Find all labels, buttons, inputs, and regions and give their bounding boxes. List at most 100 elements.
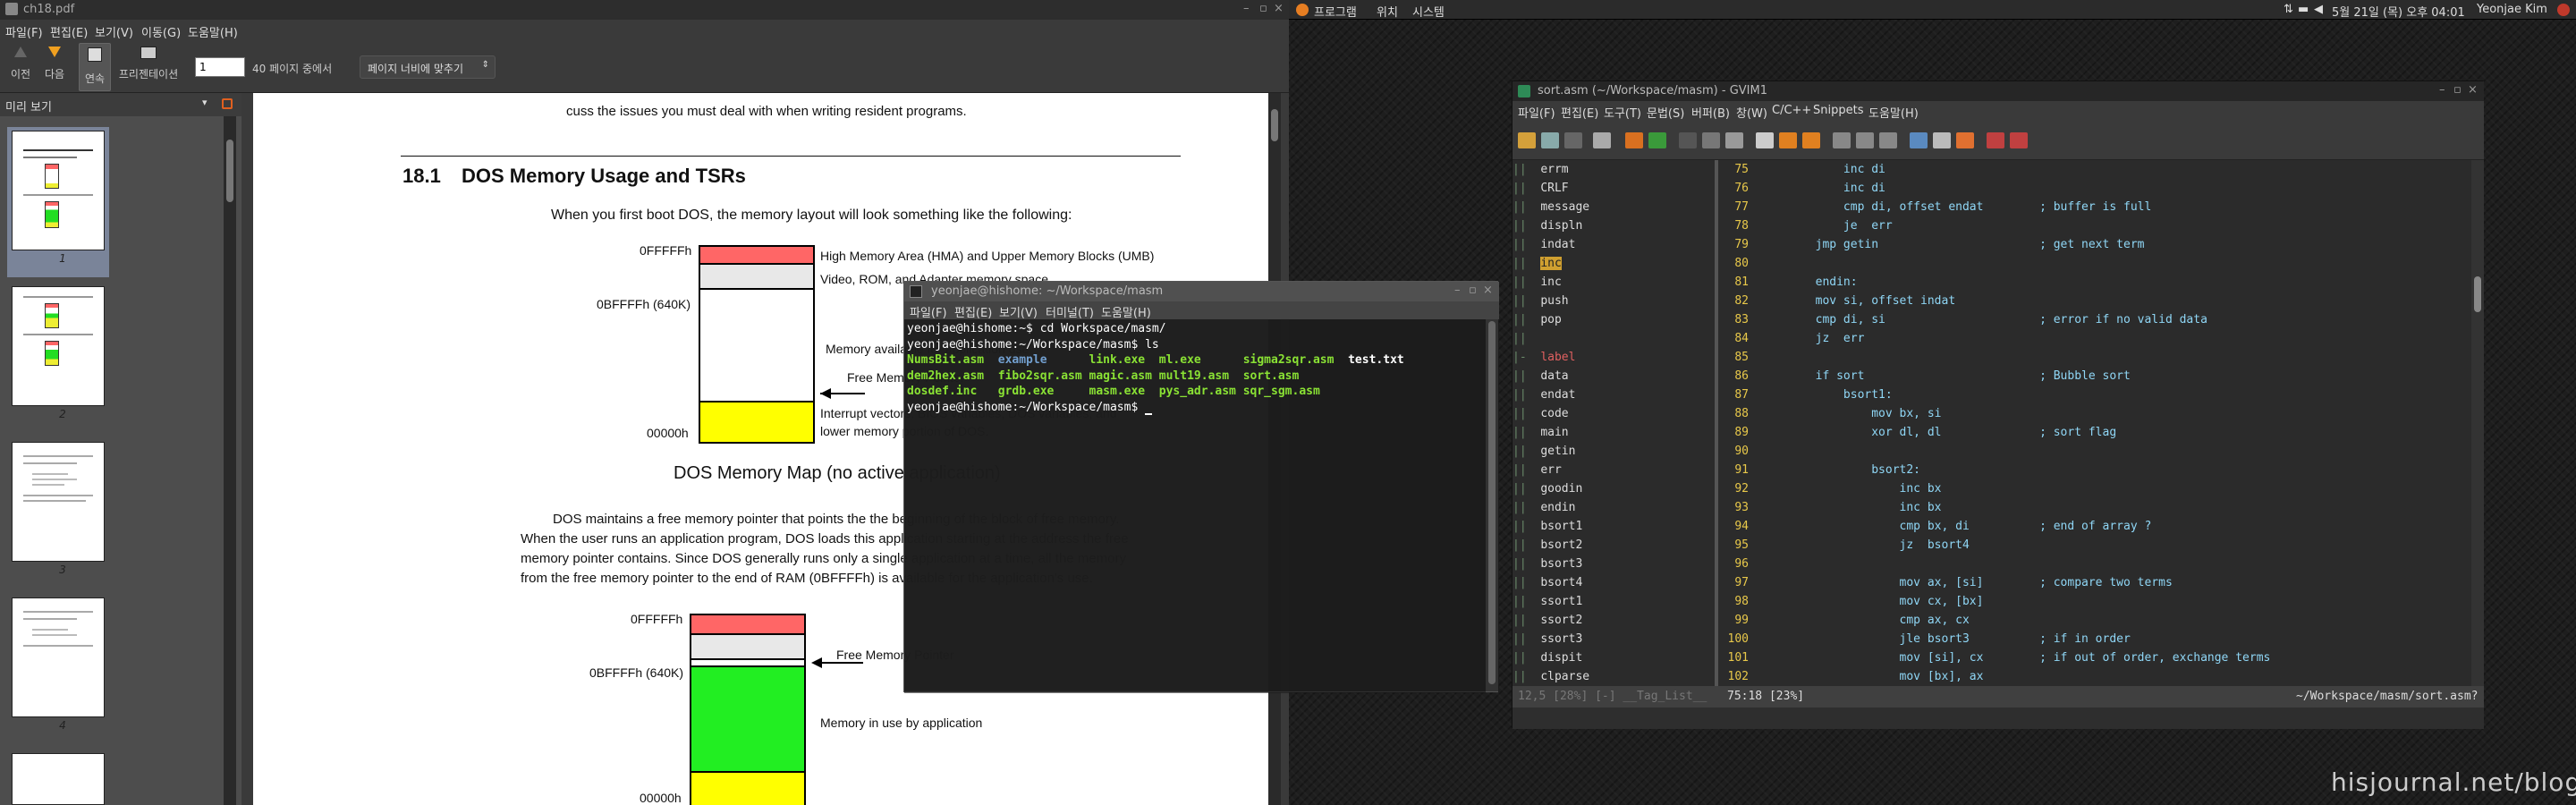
- code-line[interactable]: xor dl, dl ; sort flag: [1759, 423, 2116, 442]
- thumbnail-page-2[interactable]: [12, 286, 105, 406]
- find-next-icon[interactable]: [1779, 132, 1797, 148]
- undo-icon[interactable]: [1625, 132, 1643, 148]
- taglist-item[interactable]: || ssort1: [1513, 592, 1582, 611]
- open-folder-icon[interactable]: [1518, 132, 1536, 148]
- terminal-output[interactable]: yeonjae@hishome:~$ cd Workspace/masm/yeo…: [904, 319, 1486, 693]
- next-page-button[interactable]: 다음: [39, 47, 70, 81]
- power-icon[interactable]: [2557, 4, 2570, 16]
- paste-icon[interactable]: [1725, 132, 1743, 148]
- taglist-item[interactable]: || message: [1513, 198, 1589, 216]
- terminal-scrollbar[interactable]: [1486, 319, 1498, 691]
- network-icon[interactable]: ⇅: [2284, 3, 2293, 16]
- taglist-item[interactable]: || bsort4: [1513, 573, 1582, 592]
- sidebar-scroll-thumb[interactable]: [226, 140, 233, 202]
- code-line[interactable]: inc bx: [1759, 498, 1942, 517]
- make-icon[interactable]: [1910, 132, 1928, 148]
- menu-file[interactable]: 파일(F): [5, 23, 43, 40]
- taglist-item[interactable]: || err: [1513, 461, 1562, 479]
- code-line[interactable]: mov si, offset indat: [1759, 292, 1956, 310]
- thumbnail-page-3[interactable]: [12, 442, 105, 562]
- taglist-item[interactable]: || endat: [1513, 386, 1575, 404]
- print-icon[interactable]: [1593, 132, 1611, 148]
- continuous-toggle-button[interactable]: 연속: [79, 43, 111, 91]
- minimize-icon[interactable]: –: [2439, 83, 2445, 97]
- taglist-item[interactable]: || endin: [1513, 498, 1575, 517]
- tag-jump-icon[interactable]: [1987, 132, 2004, 148]
- terminal-scroll-thumb[interactable]: [1488, 321, 1496, 684]
- run-script-icon[interactable]: [1879, 132, 1897, 148]
- code-line[interactable]: inc bx: [1759, 479, 1942, 498]
- code-line[interactable]: mov cx, [bx]: [1759, 592, 1984, 611]
- prev-page-button[interactable]: 이전: [5, 47, 36, 81]
- taglist-item[interactable]: || indat: [1513, 235, 1575, 254]
- gvim-menu-file[interactable]: 파일(F): [1518, 104, 1555, 121]
- code-pane[interactable]: 75 inc di 76 inc di 77 cmp di, offset enda…: [1718, 160, 2470, 686]
- presentation-button[interactable]: 프리젠테이션: [116, 47, 181, 81]
- code-line[interactable]: bsort1:: [1759, 386, 1893, 404]
- taglist-item[interactable]: || ssort2: [1513, 611, 1582, 630]
- gvim-scrollbar[interactable]: [2471, 160, 2484, 686]
- gvim-menu-buffers[interactable]: 버퍼(B): [1691, 104, 1730, 121]
- minimize-icon[interactable]: –: [1454, 284, 1461, 297]
- gvim-scroll-thumb[interactable]: [2474, 276, 2481, 312]
- taglist-item[interactable]: || ssort3: [1513, 630, 1582, 648]
- gvim-menu-edit[interactable]: 편집(E): [1561, 104, 1598, 121]
- taglist-item[interactable]: || dispit: [1513, 648, 1582, 667]
- thumbnail-page-4[interactable]: [12, 597, 105, 717]
- gvim-editor-area[interactable]: || errm || CRLF || message || displn || inda…: [1513, 160, 2484, 708]
- taglist-pane[interactable]: || errm || CRLF || message || displn || inda…: [1513, 160, 1715, 686]
- gvim-menu-snippets[interactable]: Snippets: [1813, 104, 1863, 117]
- save-icon[interactable]: [1541, 132, 1559, 148]
- term-menu-edit[interactable]: 편집(E): [954, 303, 992, 320]
- save-session-icon[interactable]: [1856, 132, 1874, 148]
- redo-icon[interactable]: [1648, 132, 1666, 148]
- pdf-window-titlebar[interactable]: ch18.pdf – ▫ ×: [0, 0, 1289, 20]
- code-line[interactable]: jz err: [1759, 329, 1865, 348]
- panel-applications-menu[interactable]: 프로그램: [1314, 3, 1357, 20]
- term-menu-file[interactable]: 파일(F): [910, 303, 947, 320]
- taglist-item[interactable]: || inc: [1513, 254, 1562, 273]
- taglist-item[interactable]: || clparse: [1513, 667, 1589, 686]
- code-line[interactable]: inc di: [1759, 179, 1885, 198]
- term-menu-terminal[interactable]: 터미널(T): [1046, 303, 1094, 320]
- code-line[interactable]: inc di: [1759, 160, 1885, 179]
- gvim-menu-tools[interactable]: 도구(T): [1604, 104, 1641, 121]
- ctags-icon[interactable]: [1956, 132, 1974, 148]
- minimize-icon[interactable]: –: [1243, 2, 1250, 15]
- help-search-icon[interactable]: [2010, 132, 2028, 148]
- taglist-item[interactable]: || data: [1513, 367, 1569, 386]
- sidebar-scrollbar[interactable]: [224, 116, 236, 805]
- code-line[interactable]: jz bsort4: [1759, 536, 1970, 555]
- page-scroll-thumb[interactable]: [1271, 109, 1278, 141]
- code-line[interactable]: je err: [1759, 216, 1893, 235]
- term-menu-view[interactable]: 보기(V): [999, 303, 1038, 320]
- taglist-item[interactable]: || getin: [1513, 442, 1575, 461]
- close-icon[interactable]: ×: [2468, 83, 2478, 97]
- page-number-input[interactable]: 1: [195, 57, 245, 77]
- taglist-item[interactable]: || bsort1: [1513, 517, 1582, 536]
- zoom-select[interactable]: 페이지 너비에 맞추기 ⇕: [360, 55, 496, 79]
- thumbnail-page-1[interactable]: [12, 131, 105, 250]
- gvim-menu-cpp[interactable]: C/C++: [1772, 104, 1811, 117]
- close-sidebar-icon[interactable]: [222, 98, 233, 109]
- code-line[interactable]: endin:: [1759, 273, 1858, 292]
- find-prev-icon[interactable]: [1802, 132, 1820, 148]
- cut-icon[interactable]: [1679, 132, 1697, 148]
- code-line[interactable]: jmp getin ; get next term: [1759, 235, 2145, 254]
- panel-clock[interactable]: 5월 21일 (목) 오후 04:01: [2332, 3, 2465, 20]
- gvim-cmdline[interactable]: [1513, 708, 2484, 729]
- taglist-item[interactable]: || goodin: [1513, 479, 1582, 498]
- taglist-item[interactable]: || push: [1513, 292, 1569, 310]
- find-replace-icon[interactable]: [1756, 132, 1774, 148]
- chevron-down-icon[interactable]: ▾: [202, 97, 208, 108]
- save-all-icon[interactable]: [1564, 132, 1582, 148]
- code-line[interactable]: if sort ; Bubble sort: [1759, 367, 2131, 386]
- code-line[interactable]: cmp di, si ; error if no valid data: [1759, 310, 2207, 329]
- gvim-titlebar[interactable]: sort.asm (~/Workspace/masm) - GVIM1 – ▫ …: [1513, 81, 2484, 101]
- code-line[interactable]: bsort2:: [1759, 461, 1920, 479]
- taglist-item[interactable]: || code: [1513, 404, 1569, 423]
- code-line[interactable]: mov [bx], ax: [1759, 667, 1984, 686]
- taglist-item[interactable]: || inc: [1513, 273, 1562, 292]
- menu-help[interactable]: 도움말(H): [188, 23, 238, 40]
- thumbnail-page-5[interactable]: [12, 753, 105, 805]
